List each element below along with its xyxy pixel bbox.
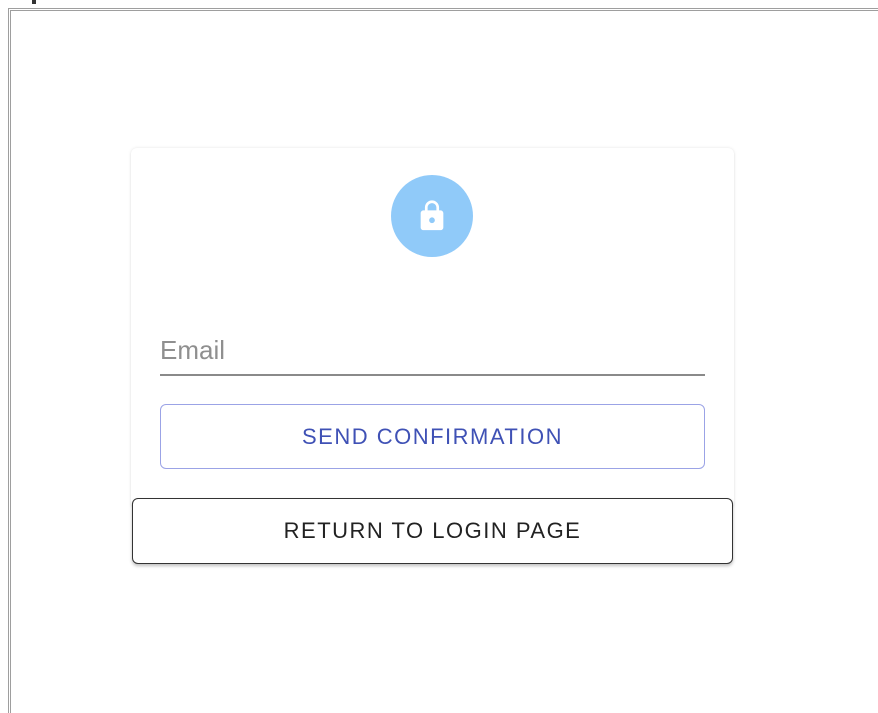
email-input[interactable] xyxy=(160,330,705,370)
lock-avatar xyxy=(391,175,473,257)
email-field xyxy=(160,324,705,376)
top-edge xyxy=(0,0,878,8)
send-confirmation-button[interactable]: SEND CONFIRMATION xyxy=(160,404,705,469)
forgot-password-card: SEND CONFIRMATION xyxy=(131,148,734,508)
lock-icon xyxy=(420,200,444,231)
edge-mark xyxy=(32,0,36,4)
return-to-login-button[interactable]: RETURN TO LOGIN PAGE xyxy=(132,498,733,564)
